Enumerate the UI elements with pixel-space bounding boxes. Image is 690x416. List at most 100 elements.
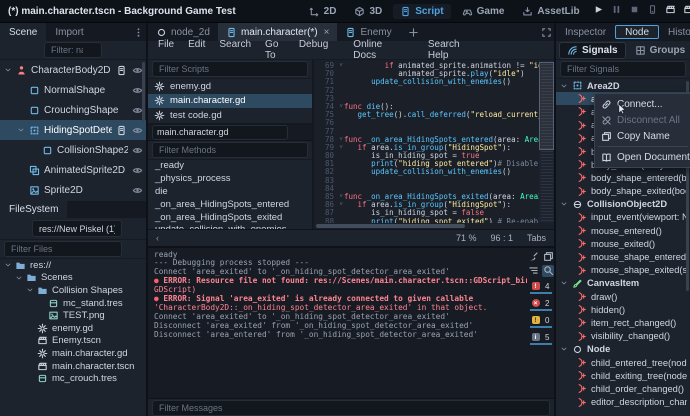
menu-edit[interactable]: Edit <box>182 38 211 62</box>
scene-tree-node[interactable]: CharacterBody2D <box>0 60 146 80</box>
menu-file[interactable]: File <box>152 38 180 62</box>
history-back-button[interactable] <box>488 45 503 56</box>
workspace-tab-script[interactable]: Script <box>393 4 450 19</box>
signal-category[interactable]: Area2D <box>556 79 690 92</box>
filter-signals-input[interactable] <box>565 63 669 75</box>
menu-go-to[interactable]: Go To <box>259 38 291 62</box>
signal-item[interactable]: mouse_entered() <box>556 224 690 237</box>
signal-item[interactable]: hidden() <box>556 303 690 316</box>
signal-item[interactable]: mouse_shape_exited(shap... <box>556 264 690 277</box>
filesystem-item[interactable]: Scenes <box>0 272 146 285</box>
play-button[interactable] <box>593 4 604 18</box>
scene-tree-node[interactable]: NormalShape <box>0 80 146 100</box>
filesystem-item[interactable]: Collision Shapes <box>0 284 146 297</box>
scene-tree-node[interactable]: HidingSpotDetector <box>0 120 146 140</box>
workspace-tab-assetlib[interactable]: AssetLib <box>515 4 586 19</box>
online-docs-button[interactable]: Online Docs <box>338 39 405 61</box>
float-panel-button[interactable] <box>535 45 550 56</box>
eye-icon[interactable] <box>132 125 143 136</box>
remote-debug-button[interactable] <box>647 4 658 18</box>
pause-button[interactable] <box>611 4 622 18</box>
signal-category[interactable]: CanvasItem <box>556 277 690 290</box>
add-node-button[interactable] <box>4 45 20 56</box>
script-icon[interactable] <box>116 125 127 136</box>
signal-item[interactable]: child_exiting_tree(node: No... <box>556 369 690 382</box>
search-help-button[interactable]: Search Help <box>413 39 480 61</box>
scene-tree-node[interactable]: CrouchingShape <box>0 100 146 120</box>
signal-item[interactable]: item_rect_changed() <box>556 316 690 329</box>
script-icon[interactable] <box>116 65 127 76</box>
code-minimap[interactable] <box>539 60 554 223</box>
context-menu-item-connect[interactable]: Connect... <box>595 96 690 112</box>
eye-icon[interactable] <box>132 105 143 116</box>
eye-icon[interactable] <box>132 65 143 76</box>
fs-back-button[interactable] <box>4 223 14 234</box>
filter-methods-input[interactable] <box>157 144 291 156</box>
method-list-item[interactable]: _physics_process <box>148 172 312 185</box>
signal-item[interactable]: mouse_exited() <box>556 237 690 250</box>
tab-import[interactable]: Import <box>46 23 92 41</box>
menu-search[interactable]: Search <box>213 38 257 62</box>
output-filter-input[interactable] <box>157 402 545 414</box>
method-list-item[interactable]: _on_area_HidingSpots_entered <box>148 198 312 211</box>
fs-split-mode-button[interactable] <box>126 223 142 234</box>
eye-icon[interactable] <box>132 185 143 196</box>
tab-history[interactable]: History <box>659 23 690 41</box>
scripts-panel-toggle[interactable]: ‹ <box>156 233 159 243</box>
fs-filter-input[interactable] <box>9 243 105 255</box>
filesystem-item[interactable]: main.character.gd <box>0 347 146 360</box>
scene-filter-input[interactable] <box>49 44 85 56</box>
instance-scene-button[interactable] <box>24 45 40 56</box>
attach-script-button[interactable] <box>106 45 122 56</box>
menu-debug[interactable]: Debug <box>293 38 334 62</box>
search-messages-button[interactable] <box>542 265 554 277</box>
filesystem-item[interactable]: main.character.tscn <box>0 360 146 373</box>
signal-item[interactable]: input_event(viewport: Nod... <box>556 211 690 224</box>
filesystem-menu-button[interactable] <box>130 201 146 218</box>
scene-tree-node[interactable]: Sprite2D <box>0 180 146 200</box>
current-script-dropdown[interactable]: main.character.gd <box>152 125 288 140</box>
eye-icon[interactable] <box>132 85 143 96</box>
filesystem-item[interactable]: enemy.gd <box>0 322 146 335</box>
filesystem-item[interactable]: mc_stand.tres <box>0 297 146 310</box>
minimap-viewport[interactable] <box>539 62 554 150</box>
signal-item[interactable]: visibility_changed() <box>556 330 690 343</box>
signal-item[interactable]: body_shape_entered(body_... <box>556 171 690 184</box>
subtab-signals[interactable]: Signals <box>559 42 626 59</box>
filter-scripts-input[interactable] <box>157 63 291 75</box>
signal-item[interactable]: mouse_shape_entered(sha... <box>556 250 690 263</box>
close-icon[interactable]: × <box>324 27 330 38</box>
context-menu-item-copy-name[interactable]: Copy Name <box>595 128 690 144</box>
eye-icon[interactable] <box>132 145 143 156</box>
signal-item[interactable]: child_entered_tree(node: N... <box>556 356 690 369</box>
code-editor[interactable]: 69˅7071727374˅75767778˅79˅808182838485˅8… <box>314 60 554 229</box>
subtab-groups[interactable]: Groups <box>628 43 690 58</box>
script-list-item[interactable]: enemy.gd <box>148 79 312 94</box>
messages-filter-toggle[interactable]: i5 <box>530 332 552 345</box>
errors-filter-toggle[interactable]: !4 <box>530 281 552 294</box>
clear-output-button[interactable] <box>527 251 539 263</box>
stderr-filter-toggle[interactable]: ×2 <box>530 298 552 311</box>
indent-mode[interactable]: Tabs <box>527 233 546 243</box>
signal-item[interactable]: draw() <box>556 290 690 303</box>
method-list-item[interactable]: _on_area_HidingSpots_exited <box>148 211 312 224</box>
tab-node[interactable]: Node <box>615 25 659 39</box>
signal-category[interactable]: Node <box>556 343 690 356</box>
fs-sort-button[interactable] <box>126 244 142 255</box>
copy-output-button[interactable] <box>542 251 554 263</box>
method-sort-button[interactable] <box>292 127 308 138</box>
collapse-messages-button[interactable] <box>527 265 539 277</box>
filesystem-item[interactable]: res:// <box>0 259 146 272</box>
play-custom-scene-button[interactable] <box>683 4 690 18</box>
tab-filesystem[interactable]: FileSystem <box>0 201 67 218</box>
fs-path-input[interactable] <box>37 223 117 235</box>
tab-scene[interactable]: Scene <box>0 23 46 41</box>
history-forward-button[interactable] <box>511 45 526 56</box>
dock-menu-button[interactable] <box>130 23 146 41</box>
play-scene-button[interactable] <box>665 4 676 18</box>
zoom-percent[interactable]: 71 % <box>456 233 477 243</box>
method-list-item[interactable]: _ready <box>148 160 312 173</box>
filesystem-item[interactable]: TEST.png <box>0 309 146 322</box>
warnings-filter-toggle[interactable]: !0 <box>530 315 552 328</box>
signal-item[interactable]: editor_description_change... <box>556 396 690 409</box>
